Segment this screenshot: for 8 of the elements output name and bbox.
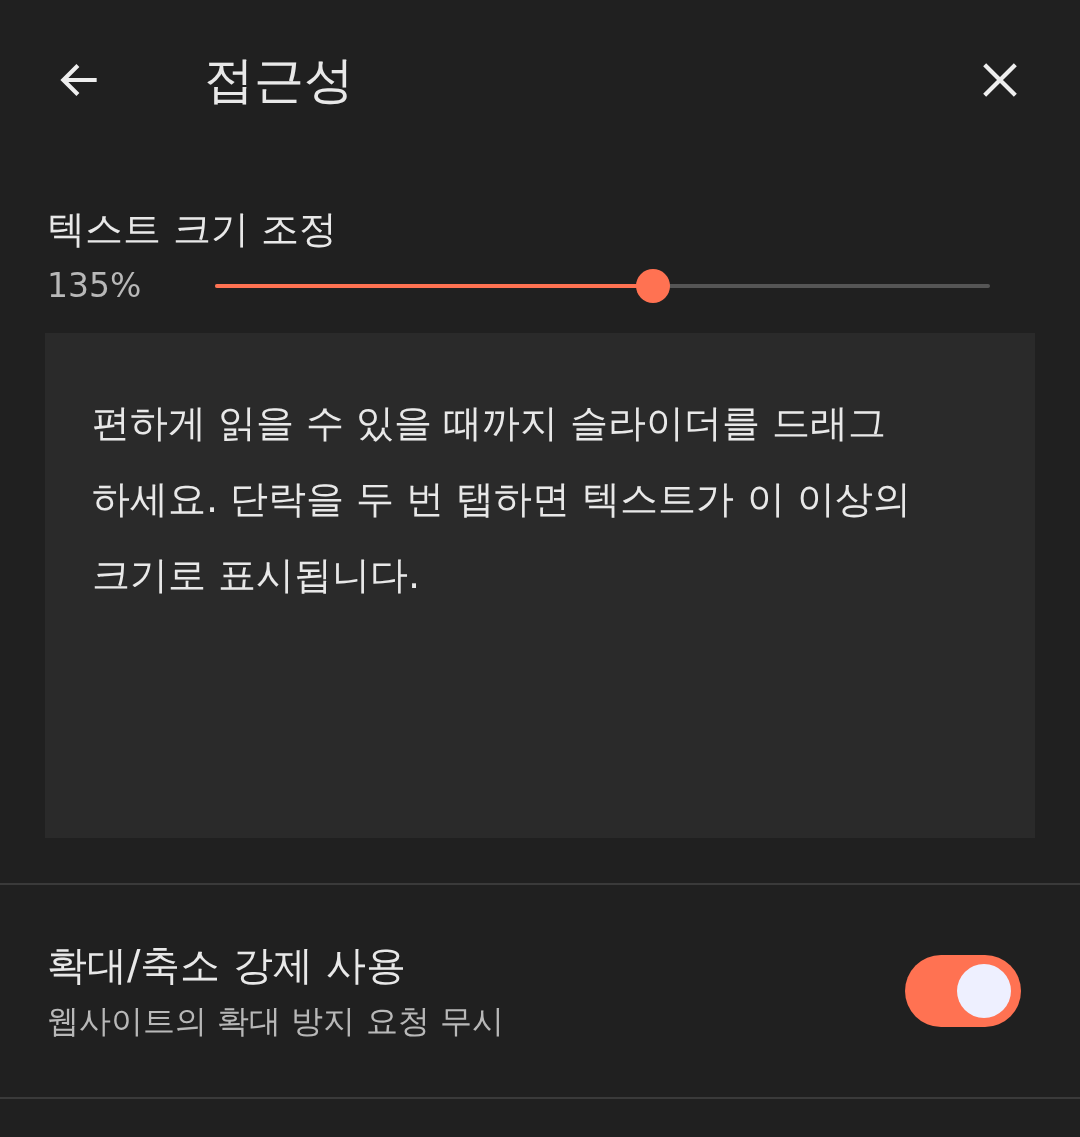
setting-subtitle: 웹사이트의 확대 방지 요청 무시 — [47, 1001, 505, 1042]
scale-reading: 135% — [47, 265, 143, 308]
page-title: 접근성 — [204, 49, 355, 111]
setting-label: 텍스트 크기 조정 — [47, 206, 339, 253]
slider-thumb[interactable] — [635, 269, 670, 303]
preview-text: 편하게 읽을 수 있을 때까지 슬라이더를 드래그하세요. 단락을 두 번 탭하면 텍스트가 이 이상의 크기로 표시됩니다. — [92, 400, 912, 599]
setting-title: 확대/축소 강제 사용 — [47, 941, 407, 990]
slider[interactable] — [215, 269, 990, 303]
